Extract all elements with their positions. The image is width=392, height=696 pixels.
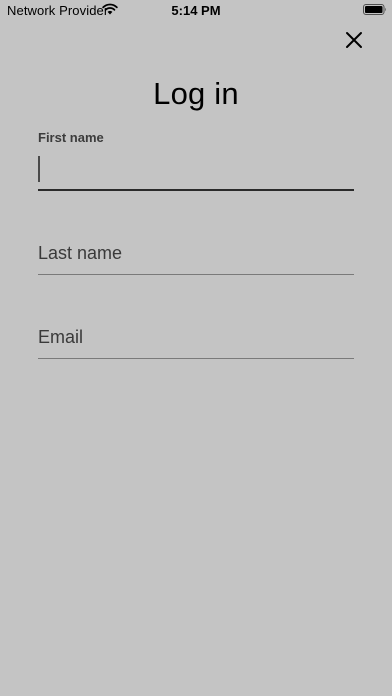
last-name-field: [38, 238, 354, 278]
first-name-underline: [38, 189, 354, 191]
battery-icon: [363, 4, 386, 15]
status-bar: Network Provider 5:14 PM: [0, 0, 392, 20]
email-input[interactable]: [38, 323, 354, 351]
first-name-label: First name: [38, 130, 104, 145]
last-name-underline: [38, 274, 354, 275]
close-icon[interactable]: [342, 28, 366, 52]
page-title: Log in: [153, 76, 239, 111]
last-name-input[interactable]: [38, 239, 354, 267]
status-time: 5:14 PM: [171, 3, 221, 18]
email-field: [38, 322, 354, 362]
email-underline: [38, 358, 354, 359]
first-name-field: First name: [38, 130, 354, 192]
first-name-input[interactable]: [38, 156, 354, 184]
